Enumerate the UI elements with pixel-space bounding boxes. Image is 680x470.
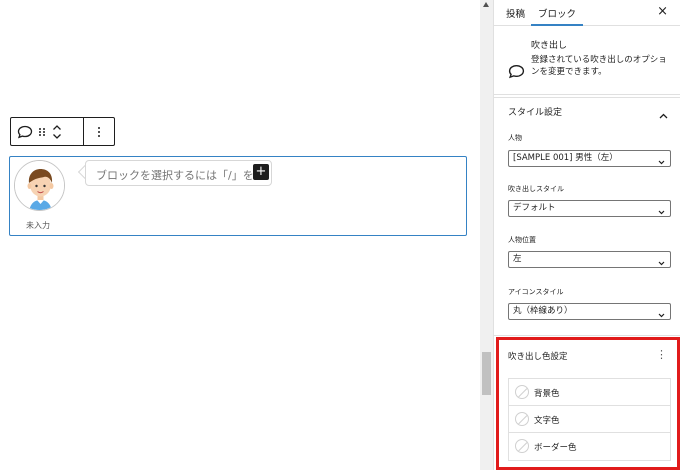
speech-bubble[interactable]: ブロックを選択するには「/」を入力	[85, 160, 272, 186]
divider	[494, 94, 680, 95]
person-select[interactable]: [SAMPLE 001] 男性（左）	[508, 150, 671, 167]
empty-swatch-icon	[515, 385, 529, 399]
male-character-icon	[15, 161, 64, 210]
settings-sidebar: 投稿 ブロック × 吹き出し 登録されている吹き出しのオプションを変更できます。…	[493, 0, 680, 470]
chevron-down-icon	[658, 309, 665, 324]
person-select-value: [SAMPLE 001] 男性（左）	[513, 153, 618, 163]
person-position-select-value: 左	[513, 254, 522, 264]
block-card: 吹き出し 登録されている吹き出しのオプションを変更できます。	[494, 26, 680, 98]
chevron-down-icon	[658, 156, 665, 171]
move-up-down-icon[interactable]	[51, 123, 63, 141]
style-panel-title[interactable]: スタイル設定	[508, 105, 562, 118]
color-option-background[interactable]: 背景色	[509, 379, 670, 406]
color-option-border[interactable]: ボーダー色	[509, 433, 670, 460]
speech-bubble-icon	[508, 64, 525, 83]
icon-style-select[interactable]: 丸（枠線あり）	[508, 303, 671, 320]
tab-post[interactable]: 投稿	[506, 6, 525, 20]
color-options-list: 背景色 文字色 ボーダー色	[508, 378, 671, 461]
chevron-down-icon	[658, 257, 665, 272]
balloon-color-panel: 吹き出し色設定 ⋮ 背景色 文字色 ボーダー色	[494, 336, 680, 470]
block-toolbar-group-main	[11, 118, 84, 145]
color-panel-title: 吹き出し色設定	[508, 352, 568, 362]
drag-handle-icon[interactable]	[37, 126, 47, 138]
icon-style-label: アイコンスタイル	[508, 288, 564, 296]
empty-swatch-icon	[515, 439, 529, 453]
scrollbar-thumb[interactable]	[482, 352, 491, 395]
more-options-icon[interactable]	[97, 126, 101, 138]
empty-swatch-icon	[515, 412, 529, 426]
balloon-style-select[interactable]: デフォルト	[508, 200, 671, 217]
sidebar-tabs: 投稿 ブロック ×	[494, 0, 680, 26]
block-inserter-button[interactable]: +	[253, 164, 269, 180]
avatar-caption: 未入力	[26, 221, 50, 230]
person-position-select[interactable]: 左	[508, 251, 671, 268]
block-toolbar-group-options	[84, 118, 114, 145]
block-card-description: 登録されている吹き出しのオプションを変更できます。	[531, 55, 667, 77]
chevron-down-icon	[658, 206, 665, 221]
bubble-placeholder[interactable]: ブロックを選択するには「/」を入力	[96, 167, 253, 183]
person-label: 人物	[508, 134, 522, 142]
block-card-title: 吹き出し	[531, 41, 568, 51]
color-panel-options-icon[interactable]: ⋮	[656, 348, 667, 361]
close-sidebar-button[interactable]: ×	[657, 4, 668, 19]
icon-style-select-value: 丸（枠線あり）	[513, 306, 573, 316]
editor-scrollbar[interactable]	[480, 0, 493, 470]
color-option-text[interactable]: 文字色	[509, 406, 670, 433]
speech-balloon-block[interactable]: 未入力 ブロックを選択するには「/」を入力 +	[9, 156, 467, 236]
tab-block[interactable]: ブロック	[538, 6, 576, 20]
color-option-label: ボーダー色	[534, 443, 577, 453]
person-position-label: 人物位置	[508, 236, 536, 244]
editor-canvas: 未入力 ブロックを選択するには「/」を入力 +	[0, 0, 480, 470]
scroll-up-arrow-icon[interactable]	[483, 2, 489, 7]
block-toolbar	[10, 117, 115, 146]
avatar[interactable]	[14, 160, 65, 211]
color-option-label: 背景色	[534, 389, 560, 399]
balloon-style-label: 吹き出しスタイル	[508, 185, 564, 193]
chevron-up-icon[interactable]	[659, 104, 668, 123]
balloon-style-select-value: デフォルト	[513, 203, 556, 213]
color-option-label: 文字色	[534, 416, 560, 426]
speech-bubble-icon[interactable]	[17, 125, 33, 139]
